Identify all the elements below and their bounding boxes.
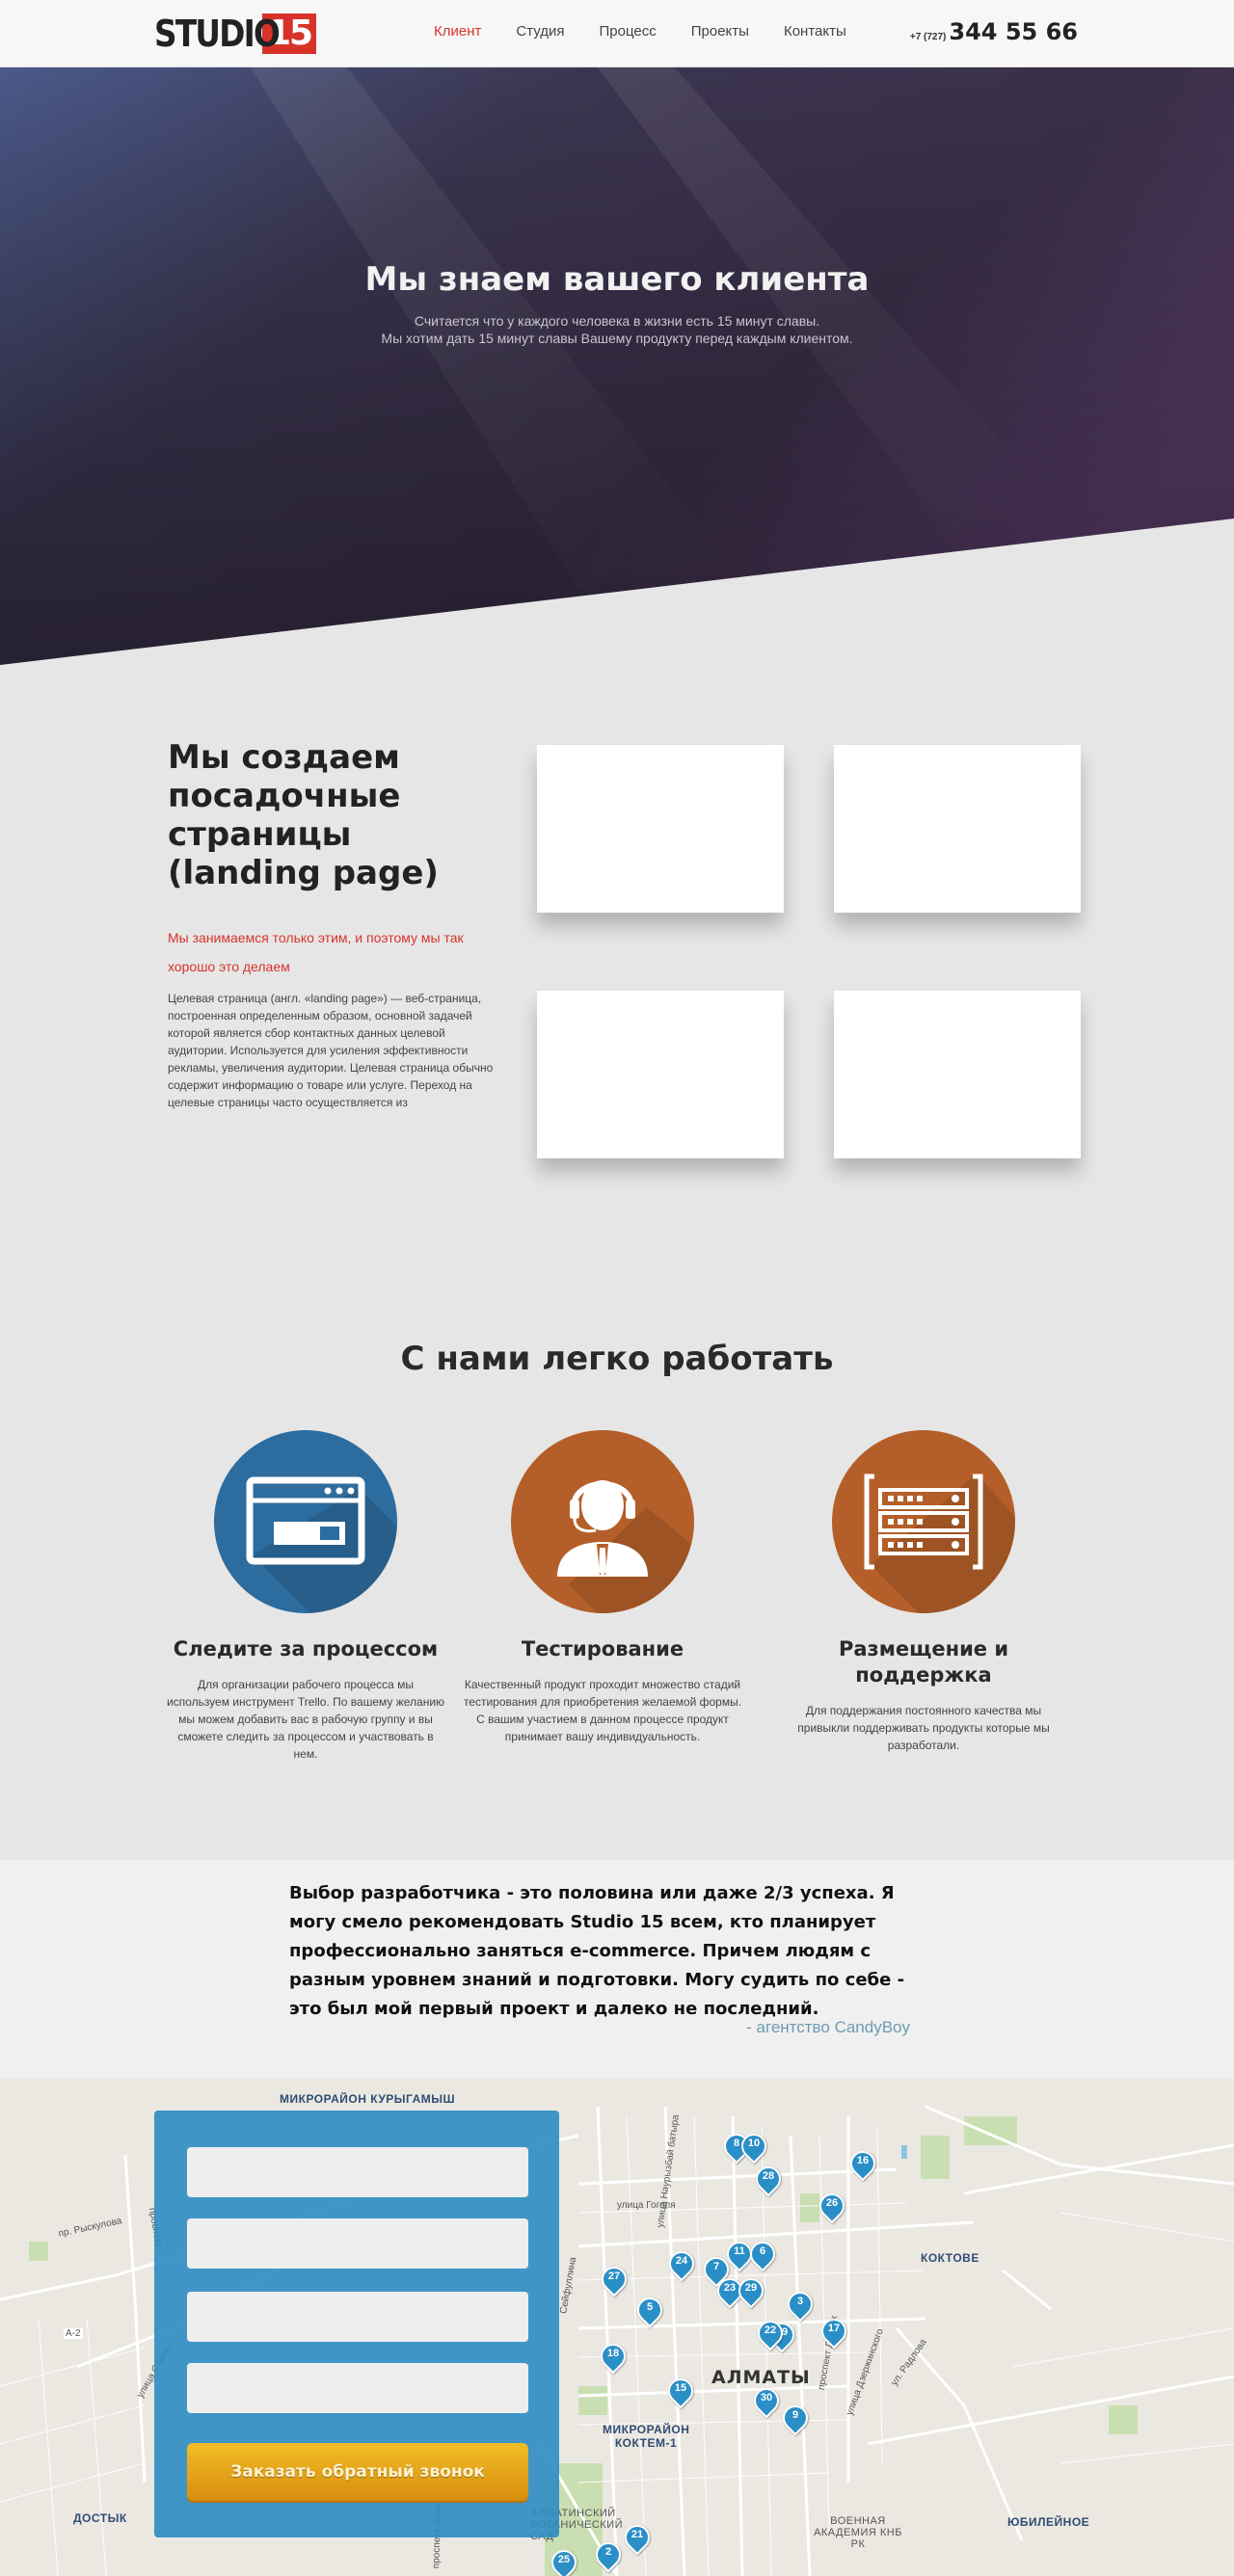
feature-hosting: Размещение и поддержка Для поддержания п… bbox=[779, 1430, 1068, 1754]
map-pin[interactable]: 30 bbox=[748, 2382, 785, 2420]
callback-form: Заказать обратный звонок bbox=[154, 2111, 559, 2537]
map-pin[interactable]: 28 bbox=[750, 2161, 787, 2198]
map-pin[interactable]: 24 bbox=[663, 2245, 700, 2283]
hero-title: Мы знаем вашего клиента bbox=[364, 260, 870, 299]
map-district-label: МИКРОРАЙОН КОКТЕМ-1 bbox=[603, 2423, 690, 2450]
hero-background bbox=[0, 67, 1234, 665]
nav-item-process[interactable]: Процесс bbox=[600, 23, 657, 40]
nav-item-contacts[interactable]: Контакты bbox=[784, 23, 846, 40]
map-pin[interactable]: 18 bbox=[595, 2338, 631, 2376]
phone-field[interactable] bbox=[187, 2218, 528, 2269]
map-district-label: ЮБИЛЕЙНОЕ bbox=[1007, 2515, 1090, 2529]
support-operator-icon bbox=[511, 1430, 694, 1613]
phone-number: 344 55 66 bbox=[949, 18, 1078, 45]
nav-item-projects[interactable]: Проекты bbox=[691, 23, 749, 40]
email-field[interactable] bbox=[187, 2292, 528, 2342]
feature-title: Размещение и поддержка bbox=[838, 1637, 1009, 1686]
landing-title: Мы создаем посадочные страницы (landing … bbox=[168, 738, 439, 892]
map-pin[interactable]: 11 bbox=[721, 2236, 758, 2273]
logo[interactable]: STUDIO 15 bbox=[154, 13, 317, 55]
portfolio-card-3[interactable] bbox=[537, 991, 784, 1158]
map-pin[interactable]: 3 bbox=[782, 2286, 818, 2324]
testimonial-author[interactable]: - агентство CandyBoy bbox=[746, 2018, 910, 2037]
feature-process: Следите за процессом Для организации раб… bbox=[161, 1430, 450, 1763]
map-district-label: ВОЕННАЯ АКАДЕМИЯ КНБ РК bbox=[814, 2515, 902, 2550]
feature-testing: Тестирование Качественный продукт проход… bbox=[458, 1430, 747, 1745]
feature-text: Для поддержания постоянного качества мы … bbox=[797, 1704, 1050, 1752]
map-pin[interactable]: 17 bbox=[816, 2313, 852, 2350]
hero-section: Мы знаем вашего клиента Считается что у … bbox=[0, 67, 1234, 665]
logo-text: STUDIO bbox=[154, 13, 281, 55]
phone[interactable]: +7 (727) 344 55 66 bbox=[910, 18, 1078, 45]
map-pin[interactable]: 15 bbox=[662, 2373, 699, 2410]
map-pin[interactable]: 29 bbox=[733, 2272, 769, 2310]
map-district-label: МИКРОРАЙОН КУРЫГАМЫШ bbox=[280, 2092, 456, 2106]
callback-button[interactable]: Заказать обратный звонок bbox=[187, 2443, 528, 2501]
browser-window-icon bbox=[214, 1430, 397, 1613]
testimonial-section: Выбор разработчика - это половина или да… bbox=[0, 1860, 1234, 2078]
portfolio-card-4[interactable] bbox=[834, 991, 1081, 1158]
hero-subtitle-line-1: Считается что у каждого человека в жизни… bbox=[414, 313, 820, 329]
site-header: STUDIO 15 Клиент Студия Процесс Проекты … bbox=[0, 0, 1234, 67]
map-pin[interactable]: 21 bbox=[619, 2519, 656, 2557]
hero-subtitle: Считается что у каждого человека в жизни… bbox=[0, 312, 1234, 347]
easy-section-title: С нами легко работать bbox=[400, 1340, 834, 1378]
map-pin[interactable]: 25 bbox=[546, 2544, 582, 2576]
map-pin[interactable]: 26 bbox=[814, 2188, 850, 2225]
nav-item-studio[interactable]: Студия bbox=[516, 23, 564, 40]
portfolio-card-1[interactable] bbox=[537, 745, 784, 913]
feature-title: Следите за процессом bbox=[173, 1637, 439, 1660]
map-pin[interactable]: 6 bbox=[744, 2236, 781, 2273]
map-pin[interactable]: 2 bbox=[590, 2536, 627, 2574]
map-pin[interactable]: 22 bbox=[752, 2315, 789, 2352]
map-district-label: КОКТОВЕ bbox=[921, 2251, 979, 2265]
map-pin[interactable]: 10 bbox=[736, 2128, 772, 2165]
phone-code: +7 (727) bbox=[909, 32, 947, 42]
landing-description: Целевая страница (англ. «landing page») … bbox=[168, 992, 494, 1109]
testimonial-quote: Выбор разработчика - это половина или да… bbox=[289, 1883, 905, 2019]
hero-subtitle-line-2: Мы хотим дать 15 минут славы Вашему прод… bbox=[381, 331, 853, 346]
map-pin[interactable]: 16 bbox=[845, 2145, 881, 2183]
portfolio-card-2[interactable] bbox=[834, 745, 1081, 913]
map-street-label: А-2 bbox=[64, 2328, 83, 2339]
map-pin[interactable]: 27 bbox=[596, 2261, 632, 2298]
map-pin[interactable]: 9 bbox=[777, 2400, 814, 2437]
server-rack-icon bbox=[832, 1430, 1015, 1613]
feature-text: Качественный продукт проходит множество … bbox=[463, 1678, 742, 1743]
map-pin[interactable]: 5 bbox=[631, 2292, 668, 2329]
nav-item-client[interactable]: Клиент bbox=[434, 23, 481, 40]
main-nav: Клиент Студия Процесс Проекты Контакты bbox=[434, 23, 881, 40]
message-field[interactable] bbox=[187, 2363, 528, 2413]
feature-text: Для организации рабочего процесса мы исп… bbox=[166, 1678, 445, 1761]
landing-highlight: Мы занимаемся только этим, и поэтому мы … bbox=[168, 930, 464, 974]
name-field[interactable] bbox=[187, 2147, 528, 2197]
feature-title: Тестирование bbox=[521, 1637, 684, 1660]
map-city-label: АЛМАТЫ bbox=[711, 2367, 811, 2388]
map-district-label: ДОСТЫК bbox=[73, 2511, 127, 2525]
